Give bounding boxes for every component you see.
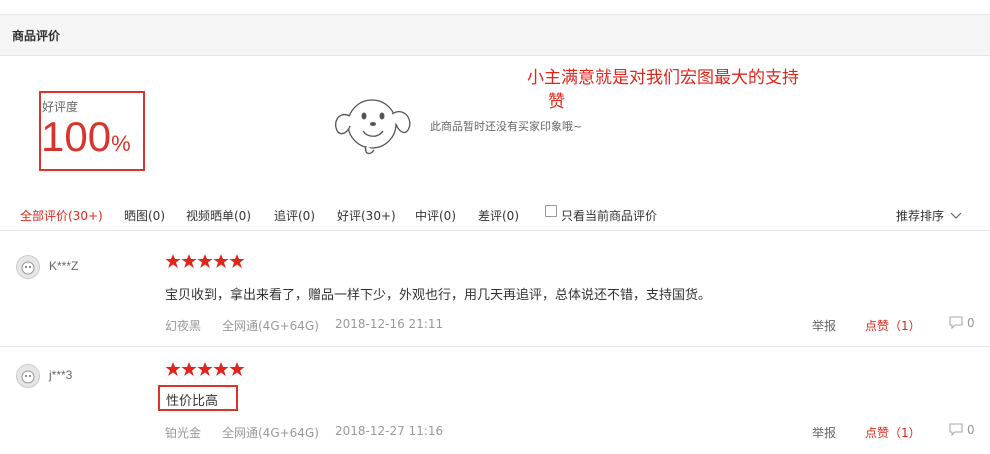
section-header: 商品评价 — [0, 14, 990, 56]
tab-photos[interactable]: 晒图(0) — [124, 207, 165, 224]
review-username: K***Z — [49, 259, 79, 273]
review-date: 2018-12-16 21:11 — [335, 317, 444, 331]
report-link[interactable]: 举报 — [812, 424, 836, 441]
product-color: 幻夜黑 — [165, 319, 202, 333]
empty-impression-tip: 此商品暂时还没有买家印象哦~ — [430, 120, 583, 133]
review-item: j***3 性价比高 铂光金 全网通(4G+64G) 2018-12-27 11… — [0, 347, 990, 454]
default-avatar-icon — [21, 370, 35, 384]
comment-bubble-icon — [949, 423, 963, 437]
review-filter-tabs: 全部评价(30+) 晒图(0) 视频晒单(0) 追评(0) 好评(30+) 中评… — [0, 198, 990, 231]
promo-line-1: 小主满意就是对我们宏图最大的支持 — [527, 68, 799, 88]
product-color: 铂光金 — [165, 426, 202, 440]
sort-label: 推荐排序 — [896, 209, 945, 223]
comment-count: 0 — [967, 423, 975, 437]
star-rating — [165, 361, 245, 380]
review-date: 2018-12-27 11:16 — [335, 424, 444, 438]
like-button[interactable]: 点赞（1） — [865, 317, 921, 334]
tab-neutral[interactable]: 中评(0) — [415, 207, 456, 224]
avatar — [16, 255, 40, 279]
section-title: 商品评价 — [12, 29, 61, 43]
five-stars-icon — [165, 362, 245, 376]
good-rate-unit: % — [111, 131, 131, 156]
good-rate-box: 好评度 100% — [39, 91, 145, 171]
product-spec: 全网通(4G+64G) — [222, 426, 319, 440]
report-link[interactable]: 举报 — [812, 317, 836, 334]
tab-follow-up[interactable]: 追评(0) — [274, 207, 315, 224]
review-username: j***3 — [49, 368, 73, 382]
like-button[interactable]: 点赞（1） — [865, 424, 921, 441]
promo-annotation: 小主满意就是对我们宏图最大的支持 赞 — [527, 66, 847, 114]
current-only-label: 只看当前商品评价 — [561, 209, 658, 223]
mascot-dog-icon — [335, 99, 411, 155]
default-avatar-icon — [21, 261, 35, 275]
product-spec: 全网通(4G+64G) — [222, 319, 319, 333]
good-rate-value: 100% — [41, 113, 131, 168]
review-content: 宝贝收到，拿出来看了，赠品一样下少，外观也行，用几天再追评，总体说还不错，支持国… — [165, 288, 712, 303]
tab-videos[interactable]: 视频晒单(0) — [186, 207, 251, 224]
comment-count: 0 — [967, 316, 975, 330]
comment-button[interactable]: 0 — [948, 422, 975, 439]
comment-bubble-icon — [949, 316, 963, 330]
sort-dropdown[interactable]: 推荐排序 — [896, 207, 962, 224]
chevron-down-icon — [950, 212, 962, 219]
promo-line-2: 赞 — [548, 92, 565, 112]
current-only-checkbox[interactable] — [545, 205, 557, 217]
star-rating — [165, 253, 245, 272]
avatar — [16, 364, 40, 388]
tab-all[interactable]: 全部评价(30+) — [20, 207, 103, 224]
tab-negative[interactable]: 差评(0) — [478, 207, 519, 224]
review-item: K***Z 宝贝收到，拿出来看了，赠品一样下少，外观也行，用几天再追评，总体说还… — [0, 230, 990, 347]
five-stars-icon — [165, 254, 245, 268]
review-content: 性价比高 — [166, 394, 219, 409]
tab-positive[interactable]: 好评(30+) — [337, 207, 396, 224]
good-rate-number: 100 — [41, 113, 112, 160]
comment-button[interactable]: 0 — [948, 315, 975, 332]
